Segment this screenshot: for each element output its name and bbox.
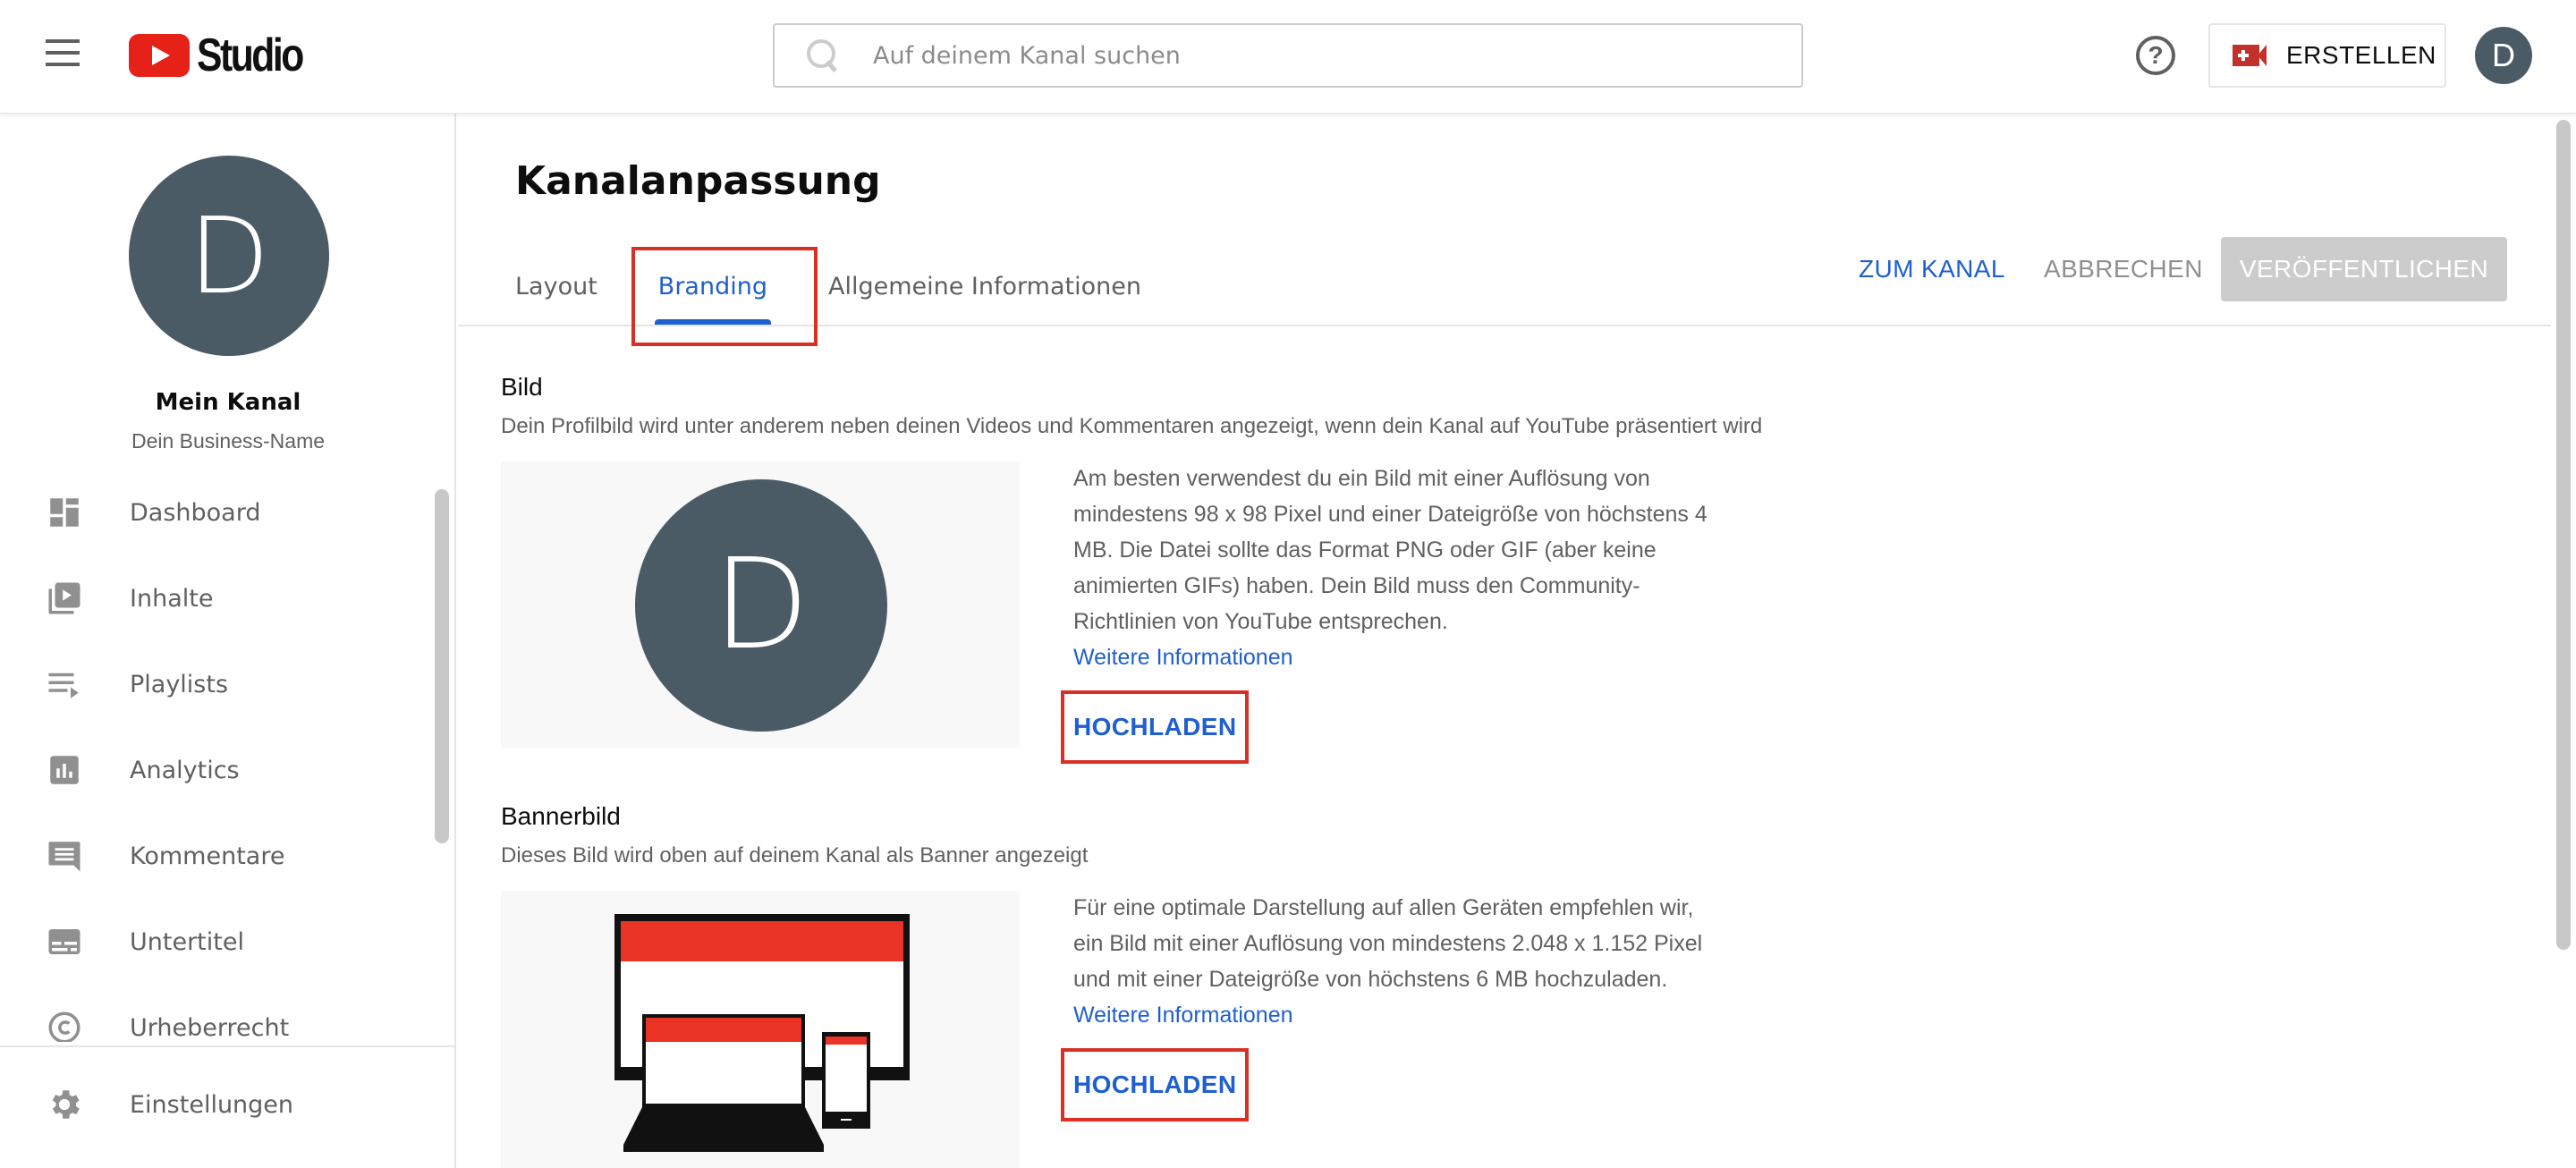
picture-more-info-link[interactable]: Weitere Informationen: [1073, 645, 1293, 670]
sidebar-nav: Dashboard Inhalte Playlists Analytics Ko…: [0, 470, 429, 1042]
banner-preview: [501, 891, 1020, 1168]
banner-section-title: Bannerbild: [501, 802, 621, 830]
sidebar-item-dashboard[interactable]: Dashboard: [0, 470, 429, 555]
dashboard-icon: [50, 498, 79, 527]
comment-icon: [48, 842, 80, 872]
channel-avatar[interactable]: D: [129, 156, 329, 356]
picture-section-description: Dein Profilbild wird unter anderem neben…: [501, 414, 1763, 438]
divider: [0, 1045, 454, 1047]
search-input[interactable]: [873, 41, 1678, 70]
video-camera-plus-icon: [2233, 45, 2259, 66]
analytics-icon: [50, 756, 79, 784]
main-content: Kanalanpassung Layout Branding Allgemein…: [458, 114, 2551, 1168]
search-box[interactable]: [773, 23, 1803, 88]
banner-more-info-link[interactable]: Weitere Informationen: [1073, 1003, 1293, 1028]
sidebar-item-label: Dashboard: [130, 498, 261, 527]
sidebar-item-playlists[interactable]: Playlists: [0, 641, 429, 727]
sidebar-item-label: Playlists: [130, 670, 229, 698]
create-button[interactable]: ERSTELLEN: [2208, 23, 2446, 88]
divider: [458, 325, 2551, 326]
top-app-bar: Studio ? ERSTELLEN D: [0, 0, 2576, 114]
tab-bar: Layout Branding Allgemeine Informationen: [494, 246, 1163, 326]
create-button-label: ERSTELLEN: [2286, 41, 2436, 69]
search-icon[interactable]: [805, 38, 841, 73]
picture-info-text: Am besten verwendest du ein Bild mit ein…: [1073, 466, 1707, 634]
copyright-icon: [48, 1011, 80, 1042]
channel-name: Mein Kanal: [155, 389, 301, 416]
sidebar-item-label: Urheberrecht: [130, 1013, 290, 1042]
page-title: Kanalanpassung: [515, 158, 881, 204]
main-scrollbar[interactable]: [2556, 120, 2571, 950]
cancel-button[interactable]: ABBRECHEN: [2044, 237, 2203, 301]
sidebar-item-inhalte[interactable]: Inhalte: [0, 555, 429, 641]
sidebar-item-label: Kommentare: [130, 842, 285, 870]
sidebar-item-label: Einstellungen: [130, 1090, 294, 1119]
profile-picture-preview: D: [501, 461, 1020, 748]
profile-picture-avatar: D: [635, 479, 887, 732]
upload-picture-button[interactable]: HOCHLADEN: [1061, 690, 1249, 764]
sidebar-item-label: Untertitel: [130, 927, 244, 956]
publish-button[interactable]: VERÖFFENTLICHEN: [2221, 237, 2507, 301]
channel-subtitle: Dein Business-Name: [131, 429, 326, 453]
tab-layout[interactable]: Layout: [494, 246, 619, 326]
sidebar-item-einstellungen[interactable]: Einstellungen: [0, 1062, 454, 1147]
banner-info: Für eine optimale Darstellung auf allen …: [1073, 890, 1717, 1033]
sidebar-item-label: Inhalte: [130, 584, 214, 613]
account-avatar[interactable]: D: [2475, 27, 2532, 84]
video-library-icon: [48, 582, 80, 614]
tab-allgemeine-informationen[interactable]: Allgemeine Informationen: [807, 246, 1163, 326]
gear-icon: [52, 1090, 80, 1119]
banner-info-text: Für eine optimale Darstellung auf allen …: [1073, 895, 1703, 992]
playlist-icon: [48, 673, 79, 698]
sidebar-item-analytics[interactable]: Analytics: [0, 727, 429, 813]
banner-section-description: Dieses Bild wird oben auf deinem Kanal a…: [501, 843, 1089, 868]
sidebar-item-label: Analytics: [130, 756, 240, 784]
sidebar-scrollbar[interactable]: [435, 489, 449, 843]
youtube-studio-logo[interactable]: Studio: [129, 32, 326, 79]
picture-info: Am besten verwendest du ein Bild mit ein…: [1073, 461, 1717, 675]
sidebar: D Mein Kanal Dein Business-Name Dashboar…: [0, 114, 456, 1168]
logo-text: Studio: [197, 30, 304, 81]
sidebar-item-kommentare[interactable]: Kommentare: [0, 813, 429, 899]
to-channel-button[interactable]: ZUM KANAL: [1859, 237, 2005, 301]
hamburger-menu-icon[interactable]: [43, 39, 82, 72]
picture-section-title: Bild: [501, 373, 543, 401]
help-circle-icon[interactable]: ?: [2136, 36, 2175, 75]
devices-banner-illustration: [614, 914, 910, 1152]
subtitles-icon: [48, 929, 80, 954]
upload-banner-button[interactable]: HOCHLADEN: [1061, 1048, 1249, 1121]
sidebar-item-untertitel[interactable]: Untertitel: [0, 899, 429, 985]
sidebar-item-urheberrecht[interactable]: Urheberrecht: [0, 985, 429, 1042]
tab-branding[interactable]: Branding: [619, 246, 807, 326]
youtube-play-icon: [129, 34, 190, 77]
